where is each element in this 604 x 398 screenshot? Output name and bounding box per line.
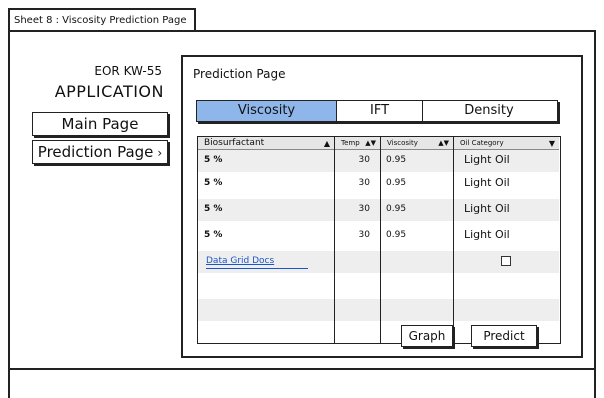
sort-toggle-icon[interactable]: ▲▼ bbox=[438, 137, 449, 149]
panel-title: Prediction Page bbox=[193, 67, 286, 81]
table-row[interactable]: 5 % 30 0.95 Light Oil bbox=[198, 150, 559, 172]
data-grid-docs-link[interactable]: Data Grid Docs bbox=[206, 251, 274, 273]
column-divider bbox=[453, 137, 455, 343]
column-header-label: Oil Category bbox=[460, 139, 504, 147]
sheet-title: Sheet 8 : Viscosity Prediction Page bbox=[8, 8, 196, 30]
prediction-tabs: Viscosity IFT Density bbox=[196, 100, 558, 122]
tab-viscosity[interactable]: Viscosity bbox=[197, 101, 337, 121]
column-header-label: Biosurfactant bbox=[204, 138, 265, 148]
table-row[interactable]: Data Grid Docs bbox=[198, 251, 559, 273]
cell-biosurfactant: 5 % bbox=[204, 230, 223, 240]
cell-temp: 30 bbox=[358, 204, 370, 214]
chevron-right-icon: › bbox=[157, 146, 163, 160]
cell-viscosity: 0.95 bbox=[386, 155, 407, 165]
column-header-label: Temp bbox=[341, 139, 360, 147]
column-header-biosurfactant[interactable]: Biosurfactant ▲ bbox=[198, 137, 334, 150]
cell-oil-category: Light Oil bbox=[464, 153, 510, 166]
cell-viscosity: 0.95 bbox=[386, 204, 407, 214]
tab-density[interactable]: Density bbox=[423, 101, 555, 121]
cell-temp: 30 bbox=[358, 178, 370, 188]
table-row[interactable]: 5 % 30 0.95 Light Oil bbox=[198, 199, 559, 221]
page-footer-area bbox=[8, 368, 596, 398]
tab-ift[interactable]: IFT bbox=[337, 101, 423, 121]
cell-oil-category: Light Oil bbox=[464, 202, 510, 215]
cell-temp: 30 bbox=[358, 155, 370, 165]
table-row[interactable]: 5 % 30 0.95 Light Oil bbox=[198, 173, 559, 195]
table-row-empty bbox=[198, 299, 559, 321]
main-page-button[interactable]: Main Page bbox=[32, 112, 168, 136]
column-header-oil-category[interactable]: Oil Category ▼ bbox=[454, 137, 559, 150]
main-page-label: Main Page bbox=[61, 115, 139, 133]
link-underline bbox=[206, 268, 308, 269]
predict-button[interactable]: Predict bbox=[471, 325, 537, 347]
column-divider bbox=[380, 137, 382, 343]
cell-viscosity: 0.95 bbox=[386, 178, 407, 188]
cell-biosurfactant: 5 % bbox=[204, 178, 223, 188]
column-divider bbox=[334, 137, 336, 343]
dropdown-arrow-icon[interactable]: ▼ bbox=[549, 137, 555, 149]
cell-biosurfactant: 5 % bbox=[204, 204, 223, 214]
cell-viscosity: 0.95 bbox=[386, 230, 407, 240]
cell-biosurfactant: 5 % bbox=[204, 155, 223, 165]
table-row-empty bbox=[198, 277, 559, 299]
app-code: EOR KW-55 bbox=[94, 64, 162, 78]
table-row[interactable]: 5 % 30 0.95 Light Oil bbox=[198, 225, 559, 247]
sort-asc-icon[interactable]: ▲ bbox=[324, 137, 330, 149]
cell-oil-category: Light Oil bbox=[464, 228, 510, 241]
prediction-page-label: Prediction Page bbox=[37, 143, 154, 161]
cell-oil-category: Light Oil bbox=[464, 176, 510, 189]
graph-button[interactable]: Graph bbox=[401, 325, 453, 347]
column-header-temp[interactable]: Temp ▲▼ bbox=[335, 137, 380, 150]
sort-toggle-icon[interactable]: ▲▼ bbox=[365, 137, 376, 149]
prediction-page-button[interactable]: Prediction Page › bbox=[32, 140, 168, 164]
column-header-label: Viscosity bbox=[387, 139, 418, 147]
app-name: APPLICATION bbox=[54, 82, 164, 101]
data-grid: Biosurfactant ▲ Temp ▲▼ Viscosity ▲▼ Oil… bbox=[197, 136, 561, 344]
row-checkbox[interactable] bbox=[501, 256, 511, 266]
cell-temp: 30 bbox=[358, 230, 370, 240]
column-header-viscosity[interactable]: Viscosity ▲▼ bbox=[381, 137, 453, 150]
